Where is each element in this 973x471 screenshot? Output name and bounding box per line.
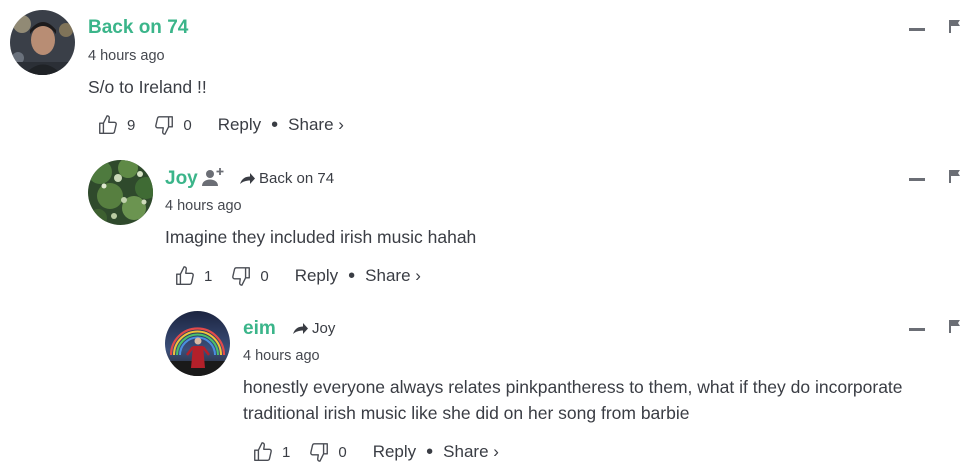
comment-controls — [909, 20, 961, 33]
comment-controls — [909, 320, 961, 333]
comment-actions: 1 0 Reply • Share › — [174, 264, 421, 288]
like-button[interactable]: 9 — [97, 114, 153, 136]
like-button[interactable]: 1 — [174, 265, 230, 287]
reply-arrow-icon — [293, 323, 308, 334]
share-button[interactable]: Share › — [365, 266, 421, 286]
avatar[interactable] — [165, 311, 230, 376]
flag-icon[interactable] — [949, 170, 961, 183]
separator-dot: • — [348, 265, 356, 287]
dislike-count: 0 — [183, 116, 192, 134]
like-button[interactable]: 1 — [252, 441, 308, 463]
avatar[interactable] — [10, 10, 75, 75]
reply-button[interactable]: Reply — [373, 442, 416, 462]
share-button[interactable]: Share › — [443, 442, 499, 462]
avatar[interactable] — [88, 160, 153, 225]
like-count: 1 — [204, 267, 213, 285]
comment-text: honestly everyone always relates pinkpan… — [243, 374, 963, 426]
like-count: 9 — [127, 116, 136, 134]
avatar-image — [88, 160, 153, 225]
avatar-image — [165, 311, 230, 376]
thumbs-down-icon — [310, 443, 329, 462]
separator-dot: • — [426, 441, 434, 463]
reply-button[interactable]: Reply — [295, 266, 338, 286]
author-name[interactable]: Joy — [165, 168, 198, 190]
comment-reply: Joy Back on 74 4 hours ago Imagine they … — [0, 150, 973, 300]
thumbs-down-icon — [155, 116, 174, 135]
comment-text: Imagine they included irish music hahah — [165, 227, 477, 247]
add-user-icon[interactable] — [202, 167, 226, 187]
share-button[interactable]: Share › — [288, 115, 344, 135]
flag-icon[interactable] — [949, 20, 961, 33]
comment-text-line: traditional irish music like she did on … — [243, 403, 690, 423]
thumbs-down-icon — [232, 267, 251, 286]
dislike-count: 0 — [260, 267, 269, 285]
timestamp[interactable]: 4 hours ago — [243, 347, 320, 365]
comment-actions: 1 0 Reply • Share › — [252, 440, 499, 464]
minimize-icon[interactable] — [909, 28, 925, 31]
thumbs-up-icon — [254, 442, 272, 461]
flag-icon[interactable] — [949, 320, 961, 333]
thumbs-up-icon — [99, 115, 117, 134]
minimize-icon[interactable] — [909, 178, 925, 181]
minimize-icon[interactable] — [909, 328, 925, 331]
reply-button[interactable]: Reply — [218, 115, 261, 135]
comment-actions: 9 0 Reply • Share › — [97, 113, 344, 137]
avatar-image — [10, 10, 75, 75]
dislike-button[interactable]: 0 — [153, 114, 209, 136]
timestamp[interactable]: 4 hours ago — [165, 197, 242, 215]
comment-controls — [909, 170, 961, 183]
dislike-count: 0 — [338, 443, 347, 461]
dislike-button[interactable]: 0 — [230, 265, 286, 287]
comment-text-line: honestly everyone always relates pinkpan… — [243, 377, 903, 397]
separator-dot: • — [271, 114, 279, 136]
replying-to-name: Back on 74 — [259, 170, 335, 187]
thumbs-up-icon — [176, 266, 194, 285]
replying-to[interactable]: Back on 74 — [239, 170, 334, 188]
replying-to[interactable]: Joy — [292, 320, 335, 338]
reply-arrow-icon — [240, 173, 255, 184]
comment-text: S/o to Ireland !! — [88, 77, 207, 97]
replying-to-name: Joy — [312, 320, 336, 337]
comment-reply: eim Joy 4 hours ago honestly everyone al… — [0, 300, 973, 471]
author-name[interactable]: eim — [243, 318, 276, 340]
dislike-button[interactable]: 0 — [308, 441, 364, 463]
author-name[interactable]: Back on 74 — [88, 17, 188, 39]
like-count: 1 — [282, 443, 291, 461]
comment: Back on 74 4 hours ago S/o to Ireland !!… — [0, 0, 973, 150]
timestamp[interactable]: 4 hours ago — [88, 47, 165, 65]
